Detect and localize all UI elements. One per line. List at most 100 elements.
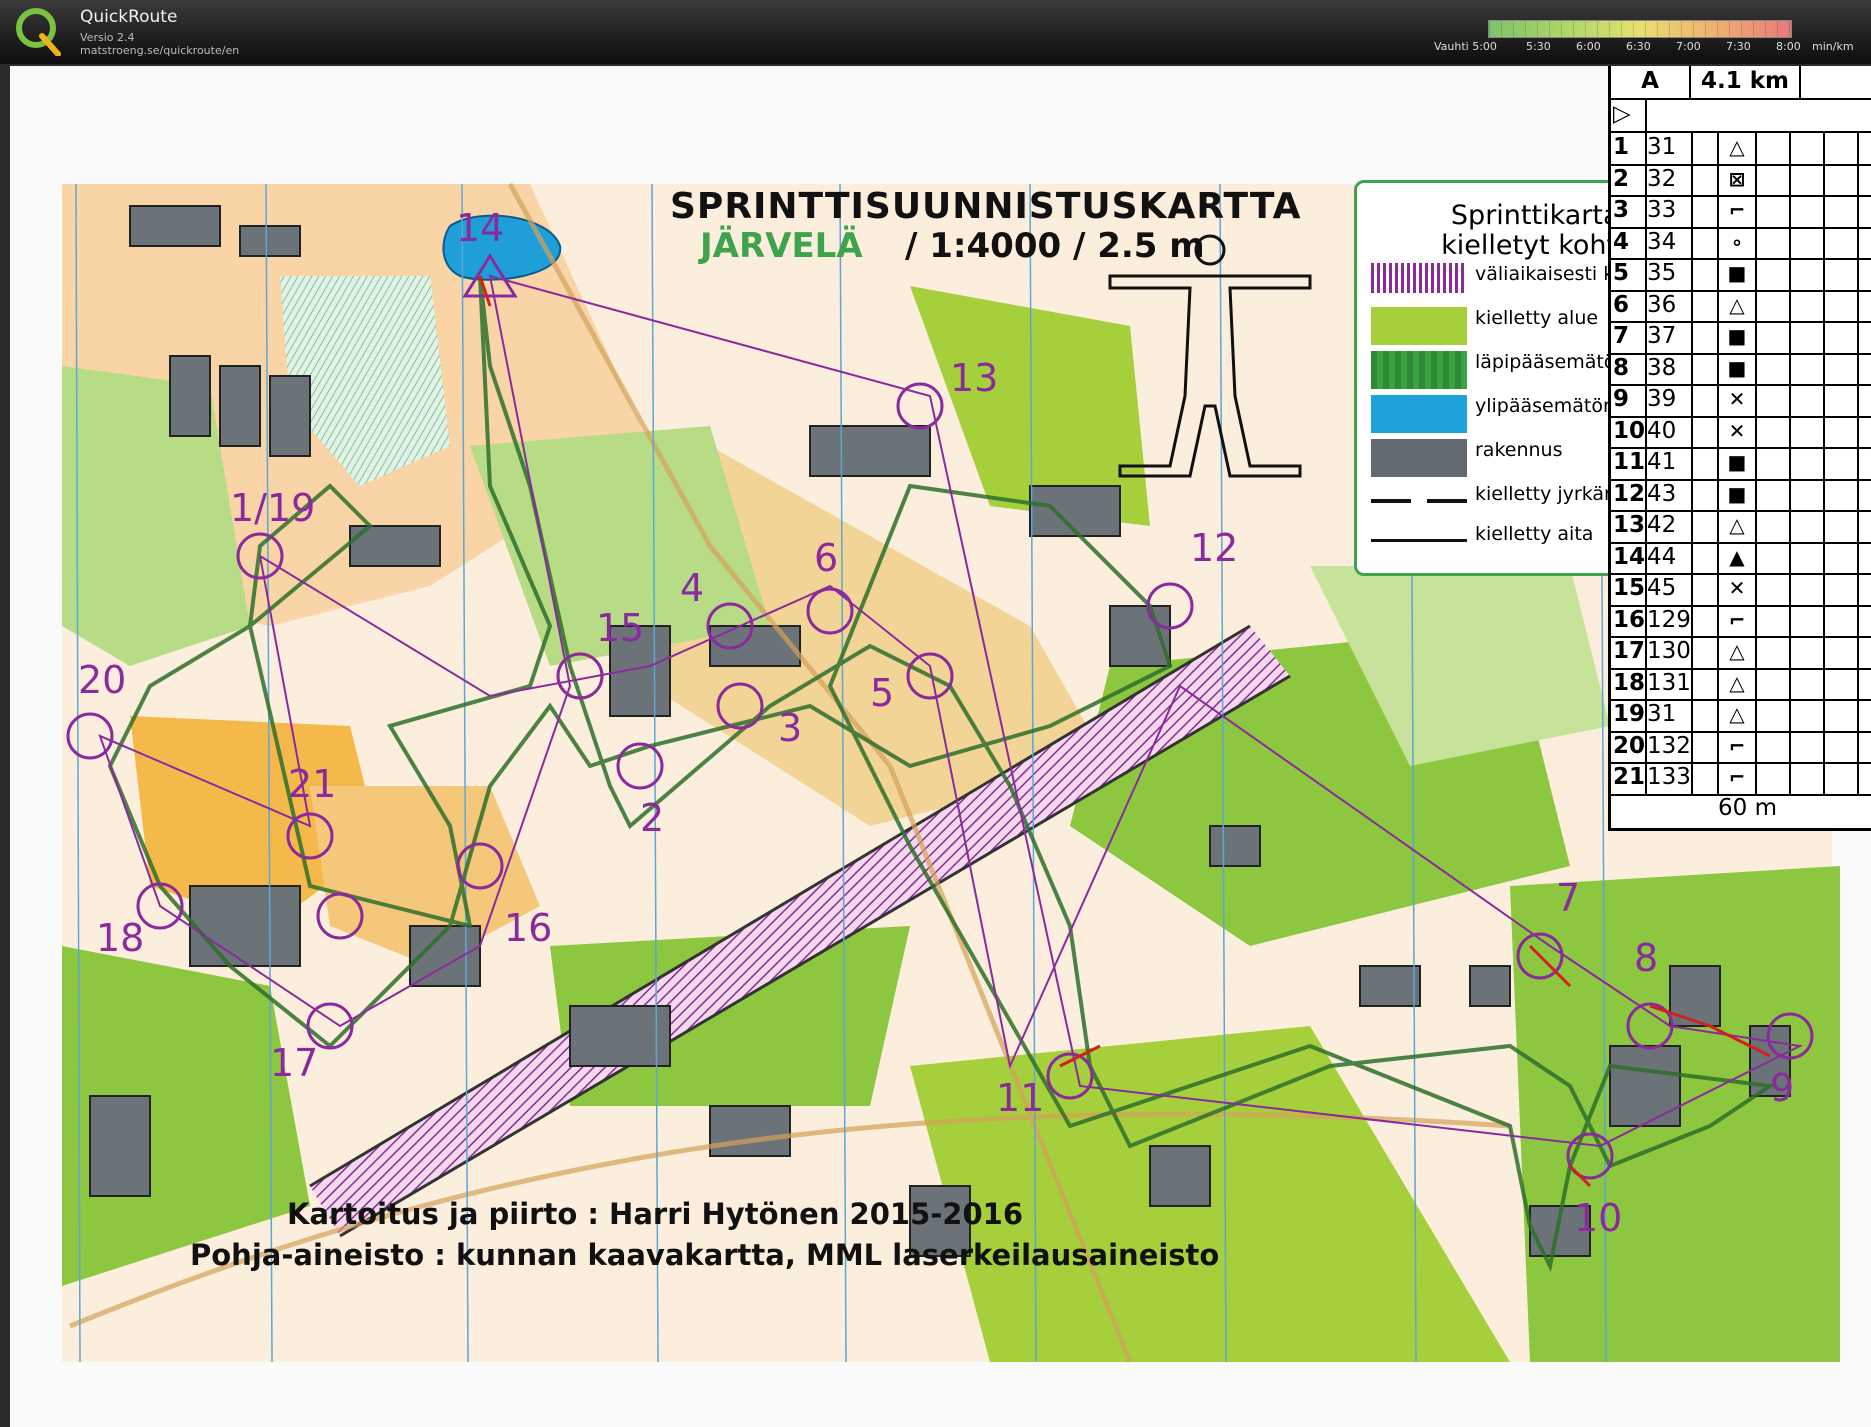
map-credit-mapping: Kartoitus ja piirto : Harri Hytönen 2015… bbox=[287, 1197, 1024, 1231]
cd-empty-cell bbox=[1791, 415, 1825, 447]
cd-empty-cell bbox=[1691, 573, 1719, 605]
cd-empty-cell bbox=[1757, 541, 1791, 573]
app-url: matstroeng.se/quickroute/en bbox=[80, 44, 240, 57]
cd-empty-cell bbox=[1791, 762, 1825, 794]
cd-empty-cell bbox=[1757, 258, 1791, 290]
control-number: 20 bbox=[78, 658, 127, 702]
cd-row: 12 43 ■ bbox=[1611, 478, 1871, 512]
cd-feature-symbol-icon: ■ bbox=[1719, 321, 1757, 353]
cd-feature-symbol-icon: △ bbox=[1719, 699, 1757, 731]
cd-empty-cell bbox=[1825, 510, 1859, 542]
control-number: 18 bbox=[96, 916, 145, 960]
cd-control-code: 31 bbox=[1645, 132, 1693, 164]
cd-empty-cell bbox=[1825, 636, 1859, 668]
cd-control-code: 131 bbox=[1645, 667, 1693, 699]
cd-control-number: 16 bbox=[1611, 604, 1647, 636]
cd-empty-cell bbox=[1757, 132, 1791, 164]
cd-row: 11 41 ■ bbox=[1611, 447, 1871, 481]
cd-empty-cell bbox=[1757, 226, 1791, 258]
pace-tick: 7:30 bbox=[1726, 40, 1751, 53]
control-number: 21 bbox=[288, 762, 337, 806]
cd-control-code: 31 bbox=[1645, 699, 1693, 731]
cd-empty-cell bbox=[1691, 604, 1719, 636]
cd-empty-cell bbox=[1691, 730, 1719, 762]
cd-control-code: 133 bbox=[1645, 762, 1693, 794]
cd-control-number: 15 bbox=[1611, 573, 1647, 605]
cd-row: 3 33 ⌐ bbox=[1611, 195, 1871, 229]
cd-feature-symbol-icon: ⊠ bbox=[1719, 163, 1757, 195]
cd-control-code: 34 bbox=[1645, 226, 1693, 258]
cd-empty-cell bbox=[1691, 762, 1719, 794]
cd-row: 1 31 △ bbox=[1611, 132, 1871, 166]
map-canvas[interactable]: SPRINTTISUUNNISTUSKARTTA JÄRVELÄ / 1:400… bbox=[10, 66, 1871, 1427]
cd-empty-cell bbox=[1825, 478, 1859, 510]
control-number: 3 bbox=[778, 706, 803, 750]
cd-feature-symbol-icon: ■ bbox=[1719, 352, 1757, 384]
start-triangle-icon: ▷ bbox=[1611, 99, 1647, 131]
cd-empty-cell bbox=[1791, 667, 1825, 699]
cd-empty-cell bbox=[1757, 730, 1791, 762]
cd-empty-cell bbox=[1825, 163, 1859, 195]
cd-row: 20 132 ⌐ bbox=[1611, 730, 1871, 764]
cd-empty-cell bbox=[1791, 636, 1825, 668]
cd-empty-cell bbox=[1757, 289, 1791, 321]
control-description-sheet: A 4.1 km ▷ 1 31 △ 2 32 ⊠ 3 33 ⌐ 4 34 ∘ 5 35 ■ 6 36 △ 7 37 ■ 8… bbox=[1608, 66, 1871, 831]
cd-empty-cell bbox=[1825, 699, 1859, 731]
app-version: Versio 2.4 bbox=[80, 31, 135, 44]
cd-feature-symbol-icon: ⌐ bbox=[1719, 762, 1757, 794]
cd-row: 15 45 ✕ bbox=[1611, 573, 1871, 607]
cd-control-code: 43 bbox=[1645, 478, 1693, 510]
cd-row: 10 40 ✕ bbox=[1611, 415, 1871, 449]
cd-start-row: ▷ bbox=[1611, 99, 1871, 133]
cd-feature-symbol-icon: ⌐ bbox=[1719, 195, 1757, 227]
cd-empty-cell bbox=[1691, 289, 1719, 321]
cd-empty-cell bbox=[1825, 321, 1859, 353]
cd-empty-cell bbox=[1825, 226, 1859, 258]
cd-feature-symbol-icon: ✕ bbox=[1719, 384, 1757, 416]
cd-empty-cell bbox=[1791, 321, 1825, 353]
control-number: 9 bbox=[1770, 1066, 1795, 1110]
cd-empty-cell bbox=[1825, 667, 1859, 699]
pace-unit: min/km bbox=[1812, 40, 1854, 53]
cd-empty-cell bbox=[1825, 573, 1859, 605]
cd-control-number: 11 bbox=[1611, 447, 1647, 479]
cd-empty-cell bbox=[1825, 352, 1859, 384]
cd-empty-cell bbox=[1791, 604, 1825, 636]
cd-row: 16 129 ⌐ bbox=[1611, 604, 1871, 638]
cd-empty-cell bbox=[1791, 384, 1825, 416]
cd-row: 4 34 ∘ bbox=[1611, 226, 1871, 260]
control-number: 15 bbox=[596, 606, 645, 650]
cd-empty-cell bbox=[1791, 573, 1825, 605]
cd-empty-cell bbox=[1757, 478, 1791, 510]
cd-control-code: 130 bbox=[1645, 636, 1693, 668]
cd-control-number: 7 bbox=[1611, 321, 1647, 353]
app-title: QuickRoute bbox=[80, 7, 178, 27]
pace-legend: Vauhti 5:00 5:30 6:00 6:30 7:00 7:30 8:0… bbox=[1420, 18, 1871, 58]
pace-tick: 6:30 bbox=[1626, 40, 1651, 53]
cliff-symbol-icon bbox=[1371, 499, 1467, 503]
cd-feature-symbol-icon: ✕ bbox=[1719, 573, 1757, 605]
control-number: 14 bbox=[456, 206, 505, 250]
control-number: 8 bbox=[1634, 936, 1659, 980]
control-number: 7 bbox=[1556, 876, 1581, 920]
cd-row: 5 35 ■ bbox=[1611, 258, 1871, 292]
map-name: JÄRVELÄ bbox=[700, 226, 863, 266]
cd-control-code: 44 bbox=[1645, 541, 1693, 573]
cd-row: 6 36 △ bbox=[1611, 289, 1871, 323]
control-number: 6 bbox=[814, 536, 839, 580]
cd-empty-cell bbox=[1825, 604, 1859, 636]
cd-control-number: 9 bbox=[1611, 384, 1647, 416]
cd-empty-cell bbox=[1757, 163, 1791, 195]
cd-feature-symbol-icon: ⌐ bbox=[1719, 604, 1757, 636]
quickroute-logo-icon bbox=[16, 8, 61, 56]
pace-label-start: Vauhti 5:00 bbox=[1434, 40, 1497, 53]
cd-empty-cell bbox=[1825, 447, 1859, 479]
cd-empty-cell bbox=[1691, 415, 1719, 447]
cd-control-number: 13 bbox=[1611, 510, 1647, 542]
cd-empty-cell bbox=[1791, 352, 1825, 384]
cd-empty-cell bbox=[1825, 289, 1859, 321]
cd-empty-cell bbox=[1757, 447, 1791, 479]
cd-feature-symbol-icon: ⌐ bbox=[1719, 730, 1757, 762]
app-titlebar: QuickRoute Versio 2.4 matstroeng.se/quic… bbox=[0, 0, 1871, 64]
cd-empty-cell bbox=[1791, 510, 1825, 542]
